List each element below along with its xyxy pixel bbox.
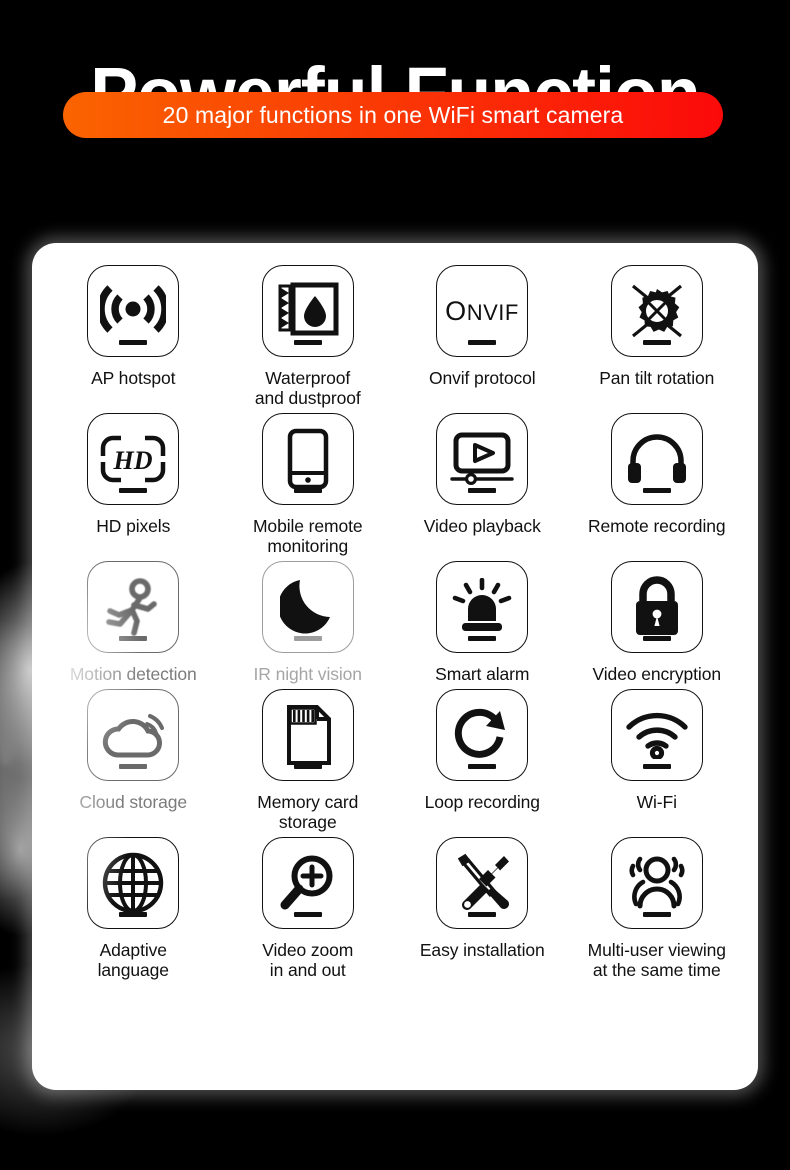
feature-label: Video playback xyxy=(423,516,541,536)
feature-panel: AP hotspot Waterproof and dustproof ONVIF… xyxy=(32,243,758,1090)
svg-text:ONVIF: ONVIF xyxy=(445,296,519,326)
tile-bar xyxy=(119,912,148,917)
crescent-moon-icon xyxy=(261,561,354,653)
tile-bar xyxy=(642,912,671,917)
wifi-icon xyxy=(610,689,703,781)
tile-bar xyxy=(293,912,322,917)
feature-cell[interactable]: Pan tilt rotation xyxy=(570,260,745,408)
ap-hotspot-icon xyxy=(87,265,180,357)
feature-label: IR night vision xyxy=(253,664,363,684)
tile-bar xyxy=(293,340,322,345)
feature-cell[interactable]: Adaptive language xyxy=(46,832,221,980)
hd-pixels-icon: HD xyxy=(87,413,180,505)
feature-cell[interactable]: IR night vision xyxy=(221,556,396,684)
feature-label: Pan tilt rotation xyxy=(599,368,715,388)
running-person-icon xyxy=(87,561,180,653)
feature-cell[interactable]: Smart alarm xyxy=(395,556,570,684)
feature-cell[interactable]: AP hotspot xyxy=(46,260,221,408)
feature-label: Cloud storage xyxy=(79,792,188,812)
feature-label: Memory card storage xyxy=(257,792,359,832)
feature-label: Mobile remote monitoring xyxy=(252,516,363,556)
sd-memory-card-icon xyxy=(261,689,354,781)
feature-label: AP hotspot xyxy=(91,368,176,388)
feature-label: Adaptive language xyxy=(97,940,169,980)
wrench-screwdriver-icon xyxy=(436,837,529,929)
tile-bar xyxy=(468,912,497,917)
feature-cell[interactable]: Waterproof and dustproof xyxy=(221,260,396,408)
feature-cell[interactable]: ONVIF Onvif protocol xyxy=(395,260,570,408)
onvif-logo-icon: ONVIF xyxy=(436,265,529,357)
feature-label: Waterproof and dustproof xyxy=(254,368,361,408)
feature-label: HD pixels xyxy=(96,516,171,536)
video-playback-icon xyxy=(436,413,529,505)
feature-label: Onvif protocol xyxy=(428,368,536,388)
pan-tilt-rotation-icon xyxy=(610,265,703,357)
loop-arrow-icon xyxy=(436,689,529,781)
tile-bar xyxy=(293,636,322,641)
tile-bar xyxy=(119,340,148,345)
waterproof-dustproof-icon xyxy=(261,265,354,357)
feature-cell[interactable]: Video zoom in and out xyxy=(221,832,396,980)
feature-grid: AP hotspot Waterproof and dustproof ONVIF… xyxy=(32,243,758,980)
feature-label: Easy installation xyxy=(419,940,545,960)
feature-label: Video zoom in and out xyxy=(262,940,354,980)
tile-bar xyxy=(642,636,671,641)
feature-cell[interactable]: Remote recording xyxy=(570,408,745,556)
tile-bar xyxy=(468,764,497,769)
feature-cell[interactable]: Easy installation xyxy=(395,832,570,980)
globe-icon xyxy=(87,837,180,929)
tile-bar xyxy=(293,488,322,493)
subtitle-text: 20 major functions in one WiFi smart cam… xyxy=(162,101,624,128)
tile-bar xyxy=(642,340,671,345)
header: Powerful Function 20 major functions in … xyxy=(0,0,790,138)
feature-label: Multi-user viewing at the same time xyxy=(587,940,726,980)
padlock-icon xyxy=(610,561,703,653)
tile-bar xyxy=(119,488,148,493)
feature-cell[interactable]: Multi-user viewing at the same time xyxy=(570,832,745,980)
feature-cell[interactable]: Memory card storage xyxy=(221,684,396,832)
feature-cell[interactable]: Video encryption xyxy=(570,556,745,684)
tile-bar xyxy=(293,764,322,769)
siren-alarm-icon xyxy=(436,561,529,653)
tile-bar xyxy=(468,340,497,345)
mobile-phone-icon xyxy=(261,413,354,505)
feature-cell[interactable]: Wi-Fi xyxy=(570,684,745,832)
feature-cell[interactable]: Video playback xyxy=(395,408,570,556)
feature-cell[interactable]: Motion detection xyxy=(46,556,221,684)
feature-cell[interactable]: Mobile remote monitoring xyxy=(221,408,396,556)
feature-label: Motion detection xyxy=(69,664,197,684)
tile-bar xyxy=(119,636,148,641)
subtitle-pill: 20 major functions in one WiFi smart cam… xyxy=(63,92,723,138)
tile-bar xyxy=(642,488,671,493)
feature-cell[interactable]: Loop recording xyxy=(395,684,570,832)
tile-bar xyxy=(642,764,671,769)
feature-label: Smart alarm xyxy=(435,664,530,684)
feature-label: Loop recording xyxy=(424,792,540,812)
feature-cell[interactable]: Cloud storage xyxy=(46,684,221,832)
magnifier-plus-icon xyxy=(261,837,354,929)
feature-label: Video encryption xyxy=(592,664,722,684)
svg-text:HD: HD xyxy=(113,446,153,475)
tile-bar xyxy=(468,488,497,493)
multi-user-icon xyxy=(610,837,703,929)
cloud-storage-icon xyxy=(87,689,180,781)
headphones-icon xyxy=(610,413,703,505)
feature-label: Remote recording xyxy=(588,516,726,536)
tile-bar xyxy=(468,636,497,641)
feature-label: Wi-Fi xyxy=(636,792,677,812)
tile-bar xyxy=(119,764,148,769)
feature-cell[interactable]: HD HD pixels xyxy=(46,408,221,556)
